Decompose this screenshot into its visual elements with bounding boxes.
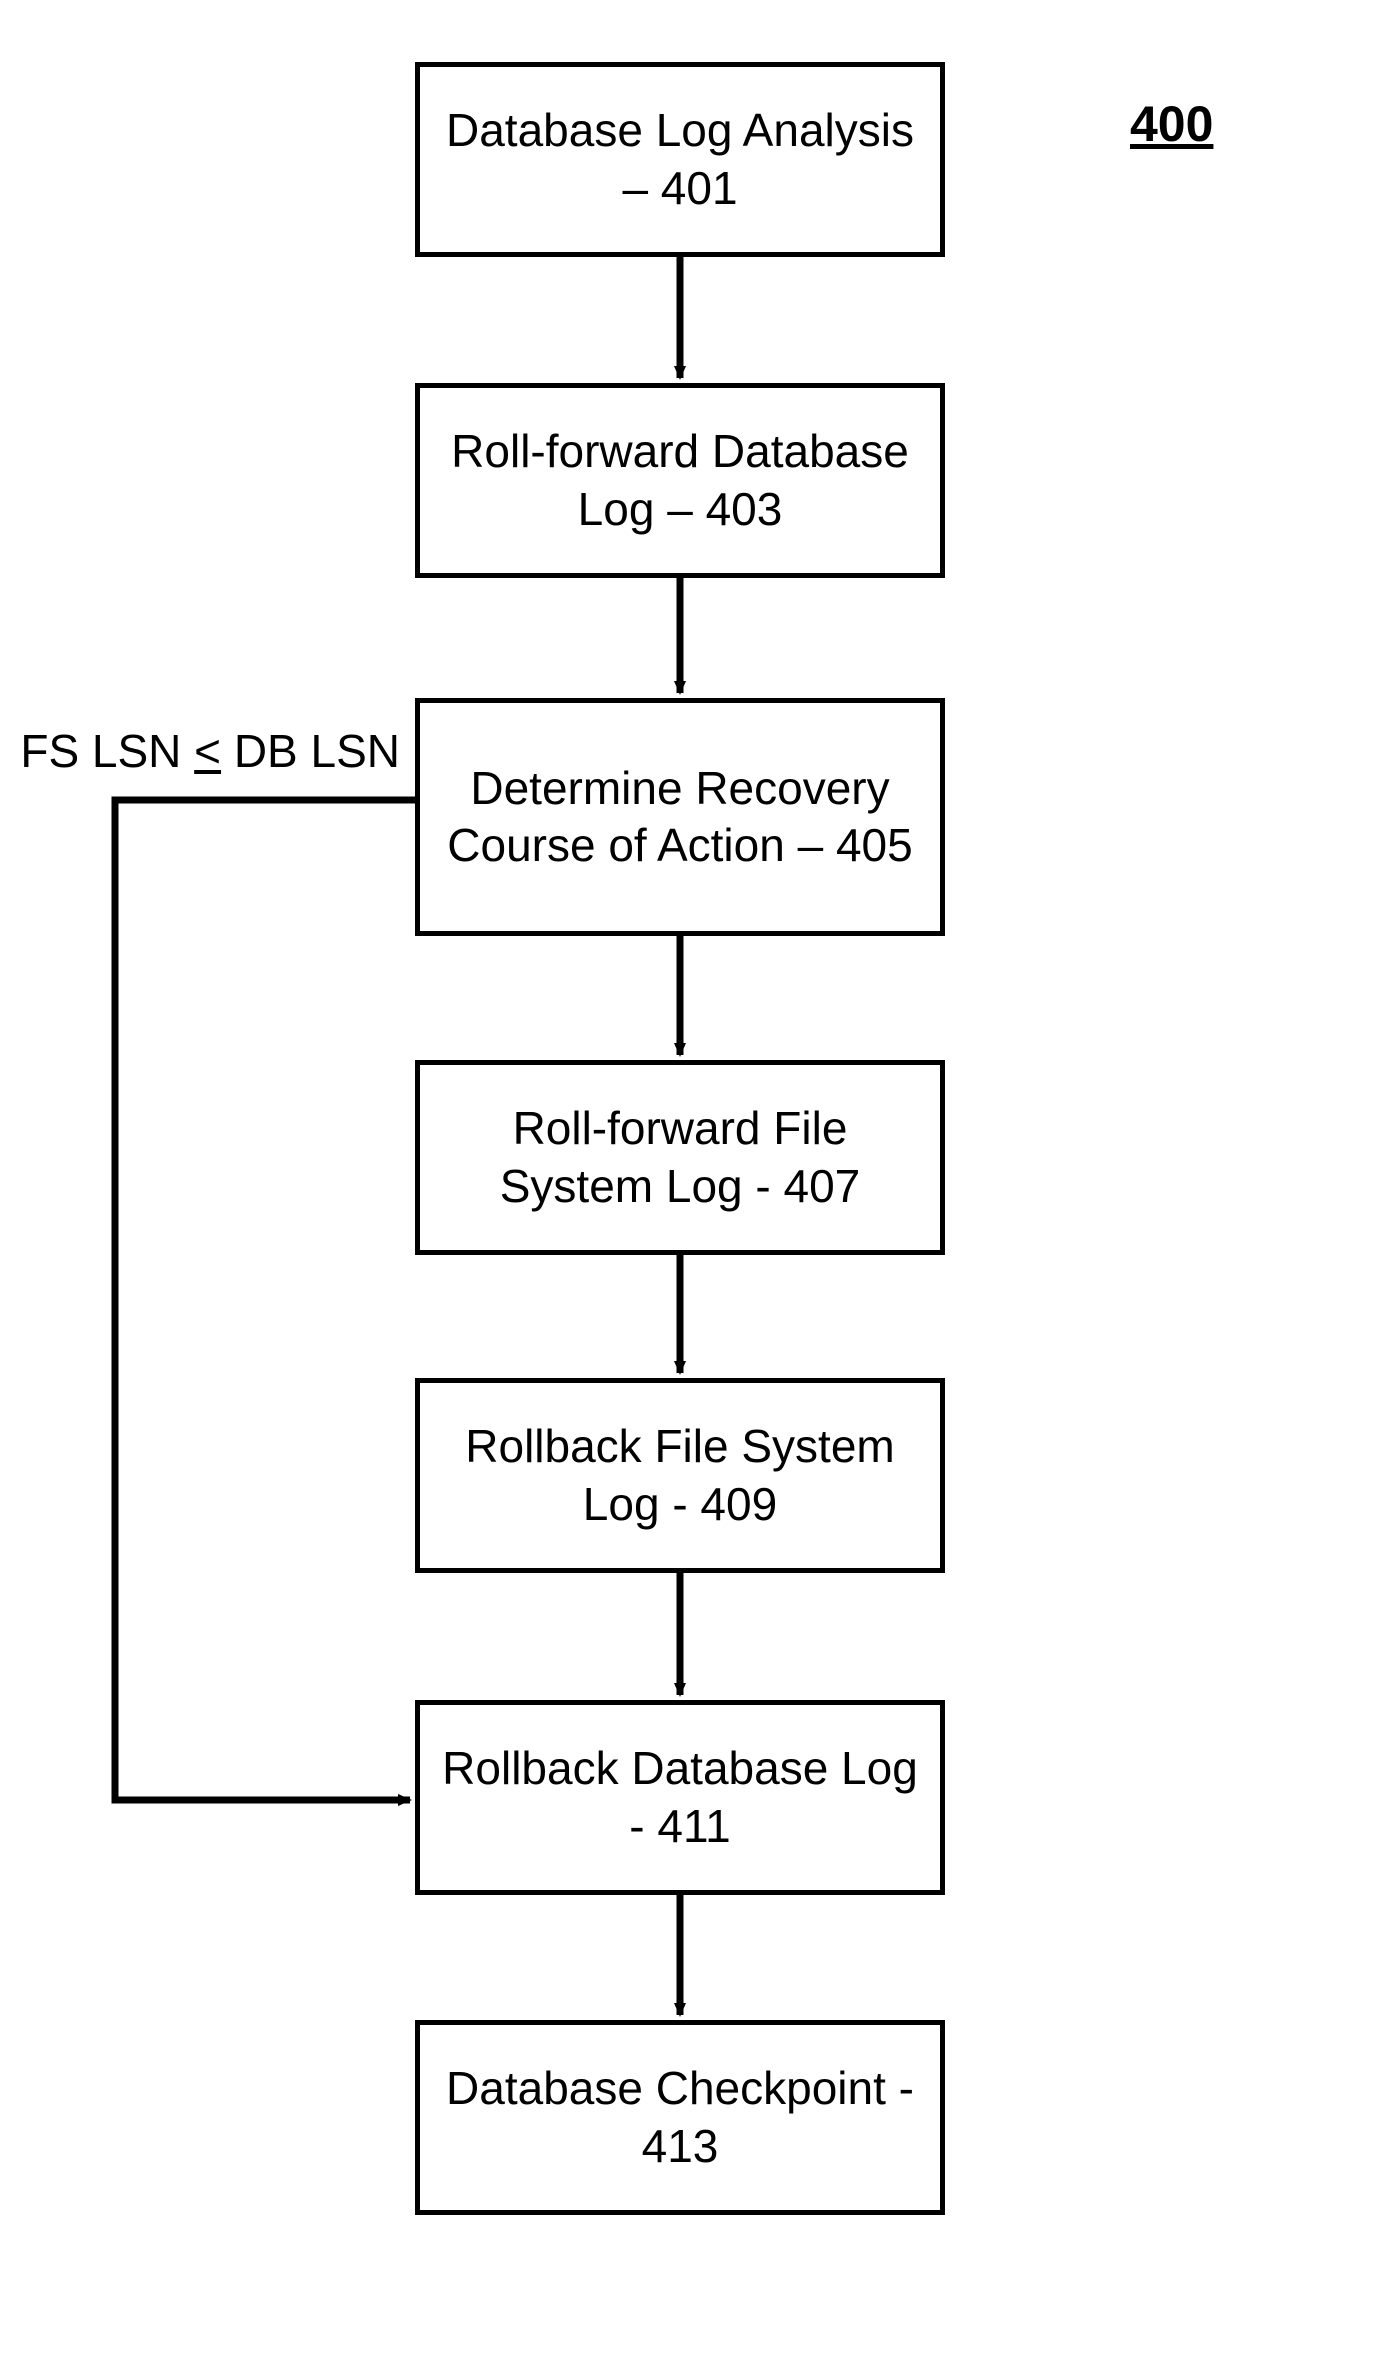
branch-label-fs-lsn: FS LSN < DB LSN (0, 724, 400, 778)
node-409: Rollback File System Log - 409 (415, 1378, 945, 1573)
node-407: Roll-forward File System Log - 407 (415, 1060, 945, 1255)
node-411: Rollback Database Log - 411 (415, 1700, 945, 1895)
arrow-405-411-branch (115, 800, 415, 1800)
flowchart-canvas: 400 Database Log Analysis – 401 Roll-for… (0, 0, 1396, 2379)
node-413: Database Checkpoint - 413 (415, 2020, 945, 2215)
node-405: Determine Recovery Course of Action – 40… (415, 698, 945, 936)
figure-label: 400 (1130, 95, 1213, 153)
node-401: Database Log Analysis – 401 (415, 62, 945, 257)
node-403: Roll-forward Database Log – 403 (415, 383, 945, 578)
